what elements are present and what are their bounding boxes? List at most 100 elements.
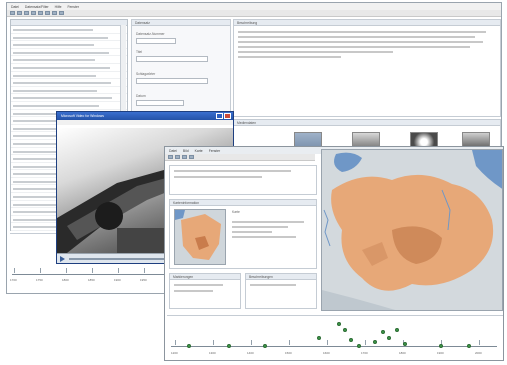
timeline-tick bbox=[118, 268, 119, 273]
timeline-event-marker[interactable] bbox=[337, 322, 341, 326]
record-row[interactable] bbox=[11, 26, 127, 34]
timeline-event-marker[interactable] bbox=[403, 342, 407, 346]
map-timeline-tick bbox=[479, 340, 480, 345]
record-row[interactable] bbox=[11, 87, 127, 95]
record-row[interactable] bbox=[11, 49, 127, 57]
video-titlebar[interactable]: Microsoft Video for Windows bbox=[57, 112, 233, 120]
timeline-tick bbox=[14, 268, 15, 273]
open-icon[interactable] bbox=[17, 11, 22, 15]
mini-map[interactable] bbox=[174, 209, 226, 265]
menu-item-hilfe[interactable]: Hilfe bbox=[55, 5, 62, 9]
search-icon[interactable] bbox=[45, 11, 50, 15]
timeline-event-marker[interactable] bbox=[357, 344, 361, 348]
timeline-tick-label: 1850 bbox=[88, 278, 95, 282]
record-row[interactable] bbox=[11, 56, 127, 64]
menu-item-datensatz[interactable]: Datensatz/Filter bbox=[25, 5, 49, 9]
play-icon[interactable] bbox=[60, 256, 65, 262]
map-info-text bbox=[232, 218, 312, 241]
title-field[interactable] bbox=[136, 56, 208, 62]
map-timeline-tick bbox=[213, 340, 214, 345]
main-map[interactable] bbox=[321, 149, 503, 311]
map-window: Datei Bild Karte Fenster Karteninformati… bbox=[164, 146, 504, 361]
database-toolbar bbox=[7, 10, 501, 17]
timeline-axis bbox=[12, 274, 172, 275]
keywords-field[interactable] bbox=[136, 78, 208, 84]
timeline-tick bbox=[144, 268, 145, 273]
timeline-event-marker[interactable] bbox=[263, 344, 267, 348]
field-label-title: Titel bbox=[136, 50, 143, 54]
map-info-label: Karte bbox=[232, 210, 240, 214]
map-timeline-tick-label: 1900 bbox=[437, 351, 444, 355]
timeline-tick-label: 1750 bbox=[36, 278, 43, 282]
map-info-panel: Karteninformation Karte bbox=[169, 199, 317, 269]
timeline-tick bbox=[40, 268, 41, 273]
map-menu-bild[interactable]: Bild bbox=[183, 149, 189, 153]
layer-icon[interactable] bbox=[189, 155, 194, 159]
record-row[interactable] bbox=[11, 94, 127, 102]
timeline-event-marker[interactable] bbox=[343, 328, 347, 332]
description-panel: Beschreibung bbox=[233, 19, 501, 117]
video-menubar bbox=[57, 120, 233, 125]
map-menu-datei[interactable]: Datei bbox=[169, 149, 177, 153]
record-number-field[interactable] bbox=[136, 38, 176, 44]
print-icon[interactable] bbox=[59, 11, 64, 15]
field-label-number: Datensatz-Nummer bbox=[136, 32, 165, 36]
forward-icon[interactable] bbox=[38, 11, 43, 15]
timeline-event-marker[interactable] bbox=[349, 338, 353, 342]
menu-item-datei[interactable]: Datei bbox=[11, 5, 19, 9]
filter-icon[interactable] bbox=[52, 11, 57, 15]
record-row[interactable] bbox=[11, 72, 127, 80]
map-timeline-tick bbox=[251, 340, 252, 345]
markers-header: Markierungen bbox=[170, 274, 240, 280]
media-header: Mediendaten bbox=[234, 120, 500, 126]
timeline-event-marker[interactable] bbox=[395, 328, 399, 332]
timeline-event-marker[interactable] bbox=[317, 336, 321, 340]
map-timeline-panel: 1200 1300 1400 1500 1600 1700 1800 1900 2000 bbox=[167, 315, 503, 360]
map-timeline-tick-label: 2000 bbox=[475, 351, 482, 355]
pan-icon[interactable] bbox=[182, 155, 187, 159]
record-row[interactable] bbox=[11, 64, 127, 72]
zoom-out-icon[interactable] bbox=[175, 155, 180, 159]
map-menu-karte[interactable]: Karte bbox=[195, 149, 203, 153]
timeline-tick bbox=[92, 268, 93, 273]
timeline-tick-label: 1800 bbox=[62, 278, 69, 282]
map-timeline-tick-label: 1600 bbox=[323, 351, 330, 355]
map-menu-fenster[interactable]: Fenster bbox=[209, 149, 221, 153]
map-info-header: Karteninformation bbox=[170, 200, 316, 206]
record-row[interactable] bbox=[11, 79, 127, 87]
record-row[interactable] bbox=[11, 102, 127, 110]
timeline-event-marker[interactable] bbox=[439, 344, 443, 348]
detail-panel: Datensatz Datensatz-Nummer Titel Schlagw… bbox=[131, 19, 231, 119]
map-timeline-tick bbox=[327, 340, 328, 345]
map-timeline-tick-label: 1800 bbox=[399, 351, 406, 355]
timeline-event-marker[interactable] bbox=[373, 340, 377, 344]
maximize-icon[interactable] bbox=[216, 113, 223, 119]
map-timeline-axis bbox=[171, 346, 497, 347]
save-icon[interactable] bbox=[24, 11, 29, 15]
zoom-in-icon[interactable] bbox=[168, 155, 173, 159]
record-row[interactable] bbox=[11, 41, 127, 49]
map-timeline-tick-label: 1300 bbox=[209, 351, 216, 355]
map-timeline-tick bbox=[289, 340, 290, 345]
timeline-event-marker[interactable] bbox=[467, 344, 471, 348]
new-icon[interactable] bbox=[10, 11, 15, 15]
field-label-date: Datum bbox=[136, 94, 146, 98]
map-toolbar bbox=[165, 154, 315, 161]
timeline-event-marker[interactable] bbox=[187, 344, 191, 348]
timeline-event-marker[interactable] bbox=[227, 344, 231, 348]
database-menubar: Datei Datensatz/Filter Hilfe Fenster bbox=[7, 3, 501, 10]
field-label-keywords: Schlagwörter bbox=[136, 72, 156, 76]
map-side-list[interactable] bbox=[169, 165, 317, 195]
timeline-tick bbox=[66, 268, 67, 273]
menu-item-fenster[interactable]: Fenster bbox=[67, 5, 79, 9]
date-field[interactable] bbox=[136, 100, 184, 106]
close-icon[interactable] bbox=[224, 113, 231, 119]
timeline-tick-label: 1900 bbox=[114, 278, 121, 282]
record-row[interactable] bbox=[11, 34, 127, 42]
markers-panel: Markierungen bbox=[169, 273, 241, 309]
back-icon[interactable] bbox=[31, 11, 36, 15]
timeline-event-marker[interactable] bbox=[381, 330, 385, 334]
descriptions-header: Beschreibungen bbox=[246, 274, 316, 280]
timeline-event-marker[interactable] bbox=[387, 336, 391, 340]
map-timeline-tick bbox=[175, 340, 176, 345]
